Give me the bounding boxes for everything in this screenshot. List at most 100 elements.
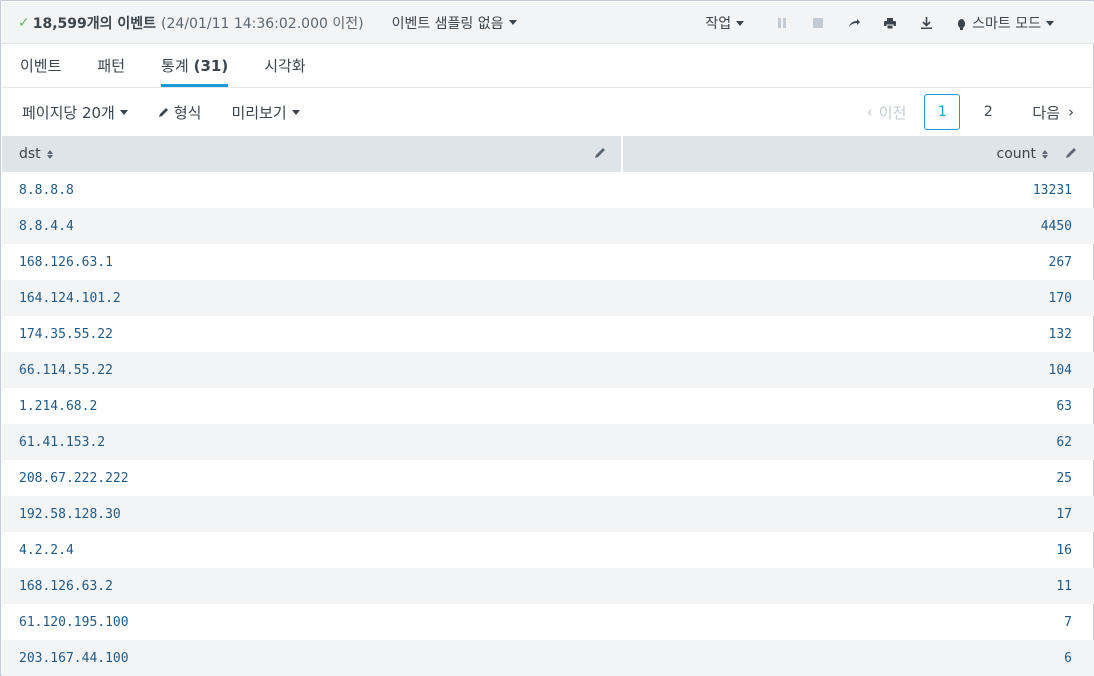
print-button[interactable] (872, 11, 908, 35)
cell-dst[interactable]: 203.167.44.100 (2, 651, 623, 666)
next-label: 다음 (1032, 103, 1060, 122)
column-header-count[interactable]: count (623, 136, 1094, 172)
search-mode-dropdown[interactable]: 스마트 모드 (958, 13, 1054, 33)
sampling-dropdown[interactable]: 이벤트 샘플링 없음 (392, 13, 517, 33)
cell-count[interactable]: 6 (623, 651, 1094, 666)
table-row[interactable]: 8.8.8.8 13231 (2, 172, 1094, 208)
caret-down-icon (508, 20, 517, 25)
cell-count[interactable]: 13231 (623, 183, 1094, 198)
search-results-panel: ✓ 18,599개의 이벤트 (24/01/11 14:36:02.000 이전… (0, 0, 1094, 676)
cell-dst[interactable]: 8.8.4.4 (2, 219, 623, 234)
cell-count[interactable]: 267 (623, 255, 1094, 270)
print-icon (884, 17, 897, 29)
tab-events[interactable]: 이벤트 (20, 44, 61, 87)
table-row[interactable]: 208.67.222.222 25 (2, 460, 1094, 496)
cell-dst[interactable]: 66.114.55.22 (2, 363, 623, 378)
lightbulb-icon (958, 18, 966, 30)
cell-count[interactable]: 16 (623, 543, 1094, 558)
cell-count[interactable]: 132 (623, 327, 1094, 342)
cell-dst[interactable]: 192.58.128.30 (2, 507, 623, 522)
share-button[interactable] (836, 11, 872, 35)
cell-count[interactable]: 62 (623, 435, 1094, 450)
event-count: 18,599개의 이벤트 (32, 15, 157, 32)
tab-statistics[interactable]: 통계 (31) (161, 44, 229, 87)
table-row[interactable]: 66.114.55.22 104 (2, 352, 1094, 388)
cell-count[interactable]: 7 (623, 615, 1094, 630)
caret-down-icon (119, 109, 128, 115)
preview-label: 미리보기 (231, 103, 287, 122)
table-row[interactable]: 1.214.68.2 63 (2, 388, 1094, 424)
cell-dst[interactable]: 208.67.222.222 (2, 471, 623, 486)
per-page-label: 페이지당 20개 (22, 103, 115, 122)
next-page-button[interactable]: 다음 › (1032, 102, 1074, 123)
check-icon: ✓ (18, 14, 30, 31)
column-label: dst (19, 146, 41, 162)
cell-count[interactable]: 4450 (623, 219, 1094, 234)
results-tabs: 이벤트 패턴 통계 (31) 시각화 (2, 44, 1094, 88)
pause-button[interactable] (764, 11, 800, 35)
page-1-button[interactable]: 1 (924, 94, 961, 130)
prev-label: 이전 (878, 103, 907, 122)
job-menu[interactable]: 작업 (705, 13, 745, 33)
table-row[interactable]: 8.8.4.4 4450 (2, 208, 1094, 244)
cell-dst[interactable]: 4.2.2.4 (2, 543, 623, 558)
preview-dropdown[interactable]: 미리보기 (231, 102, 300, 123)
export-button[interactable] (908, 11, 944, 35)
caret-down-icon (736, 20, 745, 26)
cell-count[interactable]: 17 (623, 507, 1094, 522)
share-icon (849, 19, 861, 27)
cell-dst[interactable]: 1.214.68.2 (2, 399, 623, 414)
table-row[interactable]: 164.124.101.2 170 (2, 280, 1094, 316)
column-label: count (996, 146, 1037, 162)
table-row[interactable]: 61.120.195.100 7 (2, 604, 1094, 640)
cell-dst[interactable]: 61.120.195.100 (2, 615, 623, 630)
cell-dst[interactable]: 168.126.63.2 (2, 579, 623, 594)
cell-count[interactable]: 25 (623, 471, 1094, 486)
stop-button[interactable] (800, 11, 836, 35)
chevron-left-icon: ‹ (866, 103, 873, 121)
chevron-right-icon: › (1068, 103, 1074, 121)
tab-patterns[interactable]: 패턴 (97, 44, 125, 87)
caret-down-icon (291, 109, 300, 115)
per-page-dropdown[interactable]: 페이지당 20개 (22, 102, 128, 123)
table-row[interactable]: 4.2.2.4 16 (2, 532, 1094, 568)
table-row[interactable]: 168.126.63.1 267 (2, 244, 1094, 280)
pause-icon (778, 18, 787, 28)
tab-count: (31) (193, 56, 229, 75)
table-row[interactable]: 174.35.55.22 132 (2, 316, 1094, 352)
column-header-dst[interactable]: dst (2, 136, 623, 172)
cell-dst[interactable]: 174.35.55.22 (2, 327, 623, 342)
format-button[interactable]: 형식 (158, 102, 201, 123)
table-row[interactable]: 168.126.63.2 11 (2, 568, 1094, 604)
sort-icon (46, 149, 53, 159)
pencil-icon[interactable] (1064, 146, 1078, 160)
cell-count[interactable]: 63 (623, 399, 1094, 414)
pencil-icon[interactable] (593, 146, 607, 160)
table-body: 8.8.8.8 13231 8.8.4.4 4450 168.126.63.1 267 16… (2, 172, 1094, 676)
cell-count[interactable]: 11 (623, 579, 1094, 594)
table-row[interactable]: 203.167.44.100 6 (2, 640, 1094, 676)
tab-label: 패턴 (97, 57, 126, 75)
search-mode-label: 스마트 모드 (972, 16, 1041, 32)
table-toolbar: 페이지당 20개 형식 미리보기 ‹ 이전 1 2 다음 › (2, 89, 1094, 135)
table-row[interactable]: 61.41.153.2 62 (2, 424, 1094, 460)
cell-dst[interactable]: 164.124.101.2 (2, 291, 623, 306)
cell-dst[interactable]: 168.126.63.1 (2, 255, 623, 270)
cell-count[interactable]: 170 (623, 291, 1094, 306)
table-row[interactable]: 192.58.128.30 17 (2, 496, 1094, 532)
tab-label: 시각화 (264, 57, 306, 75)
page-2-button[interactable]: 2 (970, 94, 1006, 130)
pencil-icon (158, 108, 168, 117)
cell-dst[interactable]: 8.8.8.8 (2, 183, 623, 198)
stop-icon (813, 18, 824, 28)
pagination: ‹ 이전 1 2 다음 › (867, 89, 1074, 135)
sort-icon (1042, 149, 1048, 159)
tab-visualization[interactable]: 시각화 (264, 44, 305, 87)
prev-page-button[interactable]: ‹ 이전 (867, 102, 907, 123)
cell-dst[interactable]: 61.41.153.2 (2, 435, 623, 450)
statistics-table: dst count 8.8.8.8 13231 8.8.4.4 4450 168.126… (2, 136, 1094, 676)
sampling-label: 이벤트 샘플링 없음 (391, 15, 504, 32)
search-timestamp: (24/01/11 14:36:02.000 이전) (161, 15, 364, 32)
cell-count[interactable]: 104 (623, 363, 1094, 378)
job-menu-label: 작업 (705, 16, 732, 32)
